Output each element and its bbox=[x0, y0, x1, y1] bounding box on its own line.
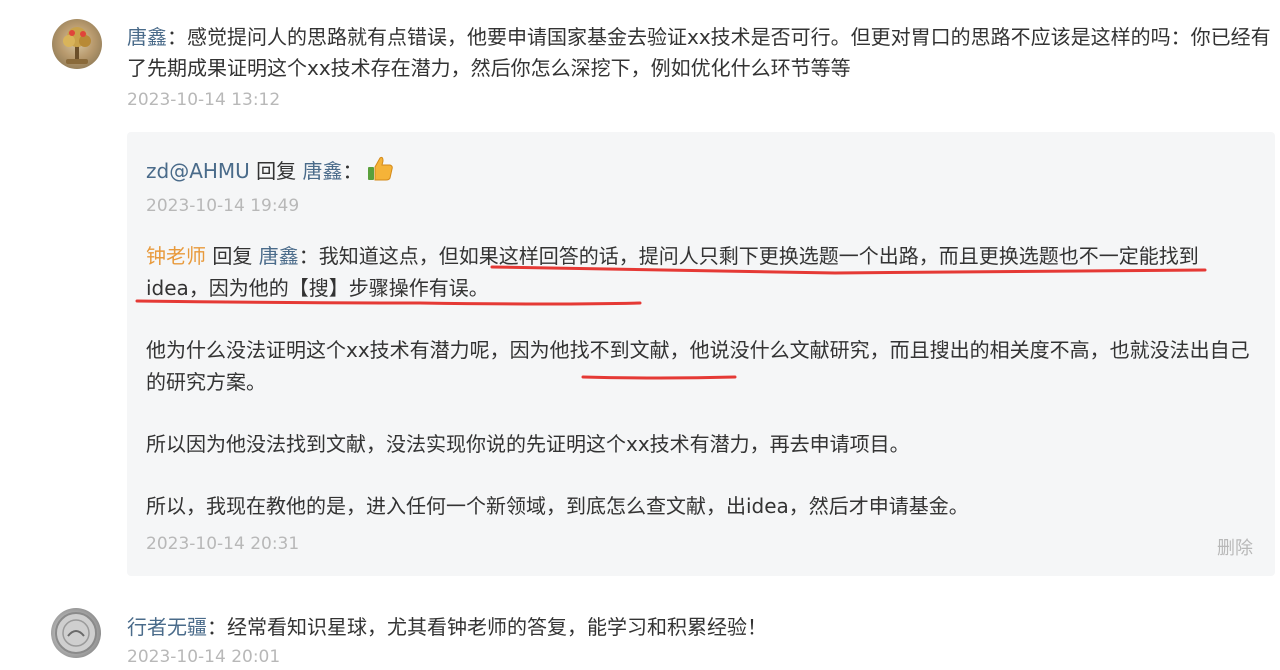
coin-avatar-image bbox=[55, 612, 97, 654]
comment-text: 感觉提问人的思路就有点错误，他要申请国家基金去验证xx技术是否可行。但更对胃口的… bbox=[127, 25, 1271, 80]
delete-button[interactable]: 删除 bbox=[1217, 534, 1253, 560]
reply-item: zd@AHMU 回复 唐鑫： bbox=[146, 154, 395, 193]
comment-body: 行者无疆：经常看知识星球，尤其看钟老师的答复，能学习和积累经验！ bbox=[127, 612, 1267, 643]
reply-word: 回复 bbox=[212, 244, 253, 268]
reply-separator: ： bbox=[298, 244, 319, 268]
reply-separator: ： bbox=[342, 159, 363, 183]
tree-avatar-image bbox=[63, 27, 91, 64]
reply-word: 回复 bbox=[256, 159, 297, 183]
comment-timestamp: 2023-10-14 13:12 bbox=[127, 90, 281, 110]
comment-timestamp: 2023-10-14 20:01 bbox=[127, 647, 281, 667]
reply-author[interactable]: zd@AHMU bbox=[146, 159, 250, 183]
author-separator: ： bbox=[167, 25, 187, 49]
reply-item: 钟老师 回复 唐鑫：我知道这点，但如果这样回答的话，提问人只剩下更换选题一个出路… bbox=[146, 240, 1256, 522]
comment-author[interactable]: 唐鑫 bbox=[127, 25, 167, 49]
author-separator: ： bbox=[207, 615, 227, 639]
reply-timestamp: 2023-10-14 20:31 bbox=[146, 534, 300, 554]
reply-target[interactable]: 唐鑫 bbox=[303, 159, 343, 183]
comment-body: 唐鑫：感觉提问人的思路就有点错误，他要申请国家基金去验证xx技术是否可行。但更对… bbox=[127, 22, 1277, 84]
avatar[interactable] bbox=[52, 19, 102, 69]
reply-paragraph: 他为什么没法证明这个xx技术有潜力呢，因为他找不到文献，他说没什么文献研究，而且… bbox=[146, 338, 1250, 394]
comment-text: 经常看知识星球，尤其看钟老师的答复，能学习和积累经验！ bbox=[227, 615, 767, 639]
avatar[interactable] bbox=[51, 608, 101, 658]
reply-target[interactable]: 唐鑫 bbox=[259, 244, 299, 268]
thumbs-up-icon bbox=[365, 154, 395, 193]
comment-author[interactable]: 行者无疆 bbox=[127, 615, 207, 639]
reply-paragraph: 所以因为他没法找到文献，没法实现你说的先证明这个xx技术有潜力，再去申请项目。 bbox=[146, 432, 910, 456]
reply-paragraph: 所以，我现在教他的是，进入任何一个新领域，到底怎么查文献，出idea，然后才申请… bbox=[146, 494, 969, 518]
reply-paragraph: 钟老师 回复 唐鑫：我知道这点，但如果这样回答的话，提问人只剩下更换选题一个出路… bbox=[146, 240, 1256, 304]
reply-timestamp: 2023-10-14 19:49 bbox=[146, 196, 300, 216]
reply-author[interactable]: 钟老师 bbox=[146, 244, 206, 268]
